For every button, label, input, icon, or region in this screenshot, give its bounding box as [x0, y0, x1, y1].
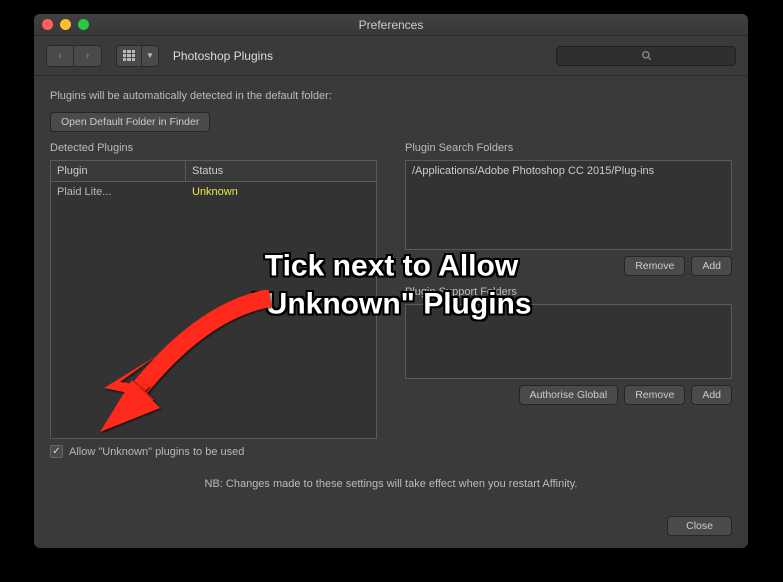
minimize-window-icon[interactable]: [60, 19, 71, 30]
plugin-search-folders-label: Plugin Search Folders: [405, 142, 732, 154]
preferences-window: Preferences ‹ › ▼ Photoshop Plugins Plug…: [34, 14, 748, 548]
grid-icon: [123, 50, 135, 62]
zoom-window-icon[interactable]: [78, 19, 89, 30]
content-area: Plugins will be automatically detected i…: [34, 76, 748, 548]
auto-detect-label: Plugins will be automatically detected i…: [50, 90, 732, 102]
plugin-search-folders-list[interactable]: /Applications/Adobe Photoshop CC 2015/Pl…: [405, 160, 732, 250]
add-search-folder-button[interactable]: Add: [691, 256, 732, 276]
table-row[interactable]: Plaid Lite... Unknown: [51, 182, 376, 202]
column-plugin[interactable]: Plugin: [51, 161, 186, 181]
view-dropdown-button[interactable]: ▼: [142, 45, 159, 67]
cell-plugin-name: Plaid Lite...: [51, 182, 186, 202]
titlebar: Preferences: [34, 14, 748, 36]
add-support-folder-button[interactable]: Add: [691, 385, 732, 405]
plugin-support-folders-label: Plugin Support Folders: [405, 286, 732, 298]
window-title: Preferences: [359, 18, 424, 32]
window-controls: [42, 19, 89, 30]
search-icon: [641, 50, 652, 61]
search-input[interactable]: [556, 46, 736, 66]
cell-plugin-status: Unknown: [186, 182, 244, 202]
toolbar: ‹ › ▼ Photoshop Plugins: [34, 36, 748, 76]
remove-search-folder-button[interactable]: Remove: [624, 256, 685, 276]
close-window-icon[interactable]: [42, 19, 53, 30]
table-header: Plugin Status: [51, 161, 376, 182]
list-item[interactable]: /Applications/Adobe Photoshop CC 2015/Pl…: [406, 161, 731, 181]
grid-view-button[interactable]: [116, 45, 142, 67]
back-button[interactable]: ‹: [46, 45, 74, 67]
footer-note: NB: Changes made to these settings will …: [50, 478, 732, 490]
detected-plugins-list[interactable]: Plugin Status Plaid Lite... Unknown: [50, 160, 377, 439]
breadcrumb: Photoshop Plugins: [173, 49, 273, 63]
allow-unknown-checkbox[interactable]: ✓: [50, 445, 63, 458]
plugin-support-folders-list[interactable]: [405, 304, 732, 379]
close-button[interactable]: Close: [667, 516, 732, 536]
open-default-folder-button[interactable]: Open Default Folder in Finder: [50, 112, 210, 132]
allow-unknown-label: Allow "Unknown" plugins to be used: [69, 446, 244, 458]
column-status[interactable]: Status: [186, 161, 229, 181]
nav-back-forward: ‹ ›: [46, 45, 102, 67]
authorise-global-button[interactable]: Authorise Global: [519, 385, 619, 405]
remove-support-folder-button[interactable]: Remove: [624, 385, 685, 405]
view-all-segment: ▼: [116, 45, 159, 67]
detected-plugins-label: Detected Plugins: [50, 142, 377, 154]
forward-button[interactable]: ›: [74, 45, 102, 67]
